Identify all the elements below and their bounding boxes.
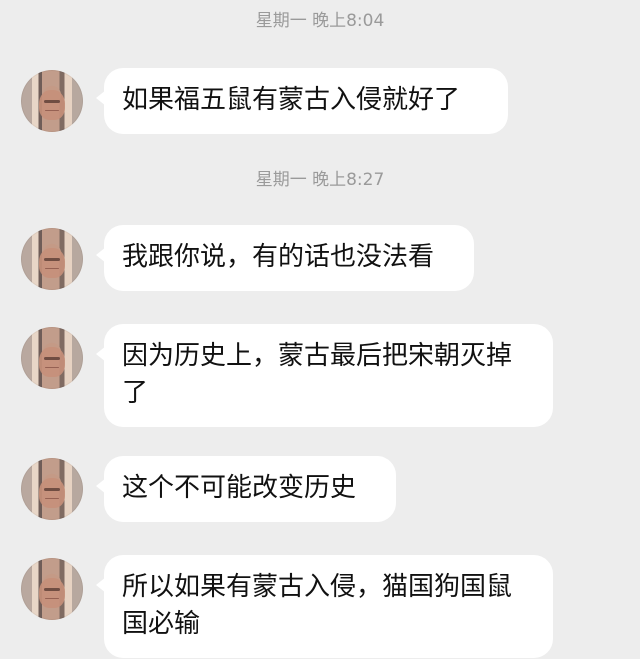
timestamp: 星期一 晚上8:04 [255, 11, 385, 31]
message-bubble[interactable]: 我跟你说，有的话也没法看 [96, 225, 474, 291]
chat-thread[interactable]: 星期一 晚上8:04 如果福五鼠有蒙古入侵就好了 星期一 晚上8:27 我跟你说… [0, 0, 640, 659]
message-bubble[interactable]: 这个不可能改变历史 [96, 456, 396, 522]
message-bubble[interactable]: 因为历史上，蒙古最后把宋朝灭掉了 [96, 324, 553, 427]
avatar[interactable] [21, 558, 83, 620]
avatar[interactable] [21, 327, 83, 389]
avatar[interactable] [21, 228, 83, 290]
message-bubble[interactable]: 所以如果有蒙古入侵，猫国狗国鼠国必输 [96, 555, 553, 658]
message-bubble[interactable]: 如果福五鼠有蒙古入侵就好了 [96, 68, 508, 134]
avatar[interactable] [21, 458, 83, 520]
timestamp: 星期一 晚上8:27 [255, 170, 385, 190]
avatar[interactable] [21, 70, 83, 132]
